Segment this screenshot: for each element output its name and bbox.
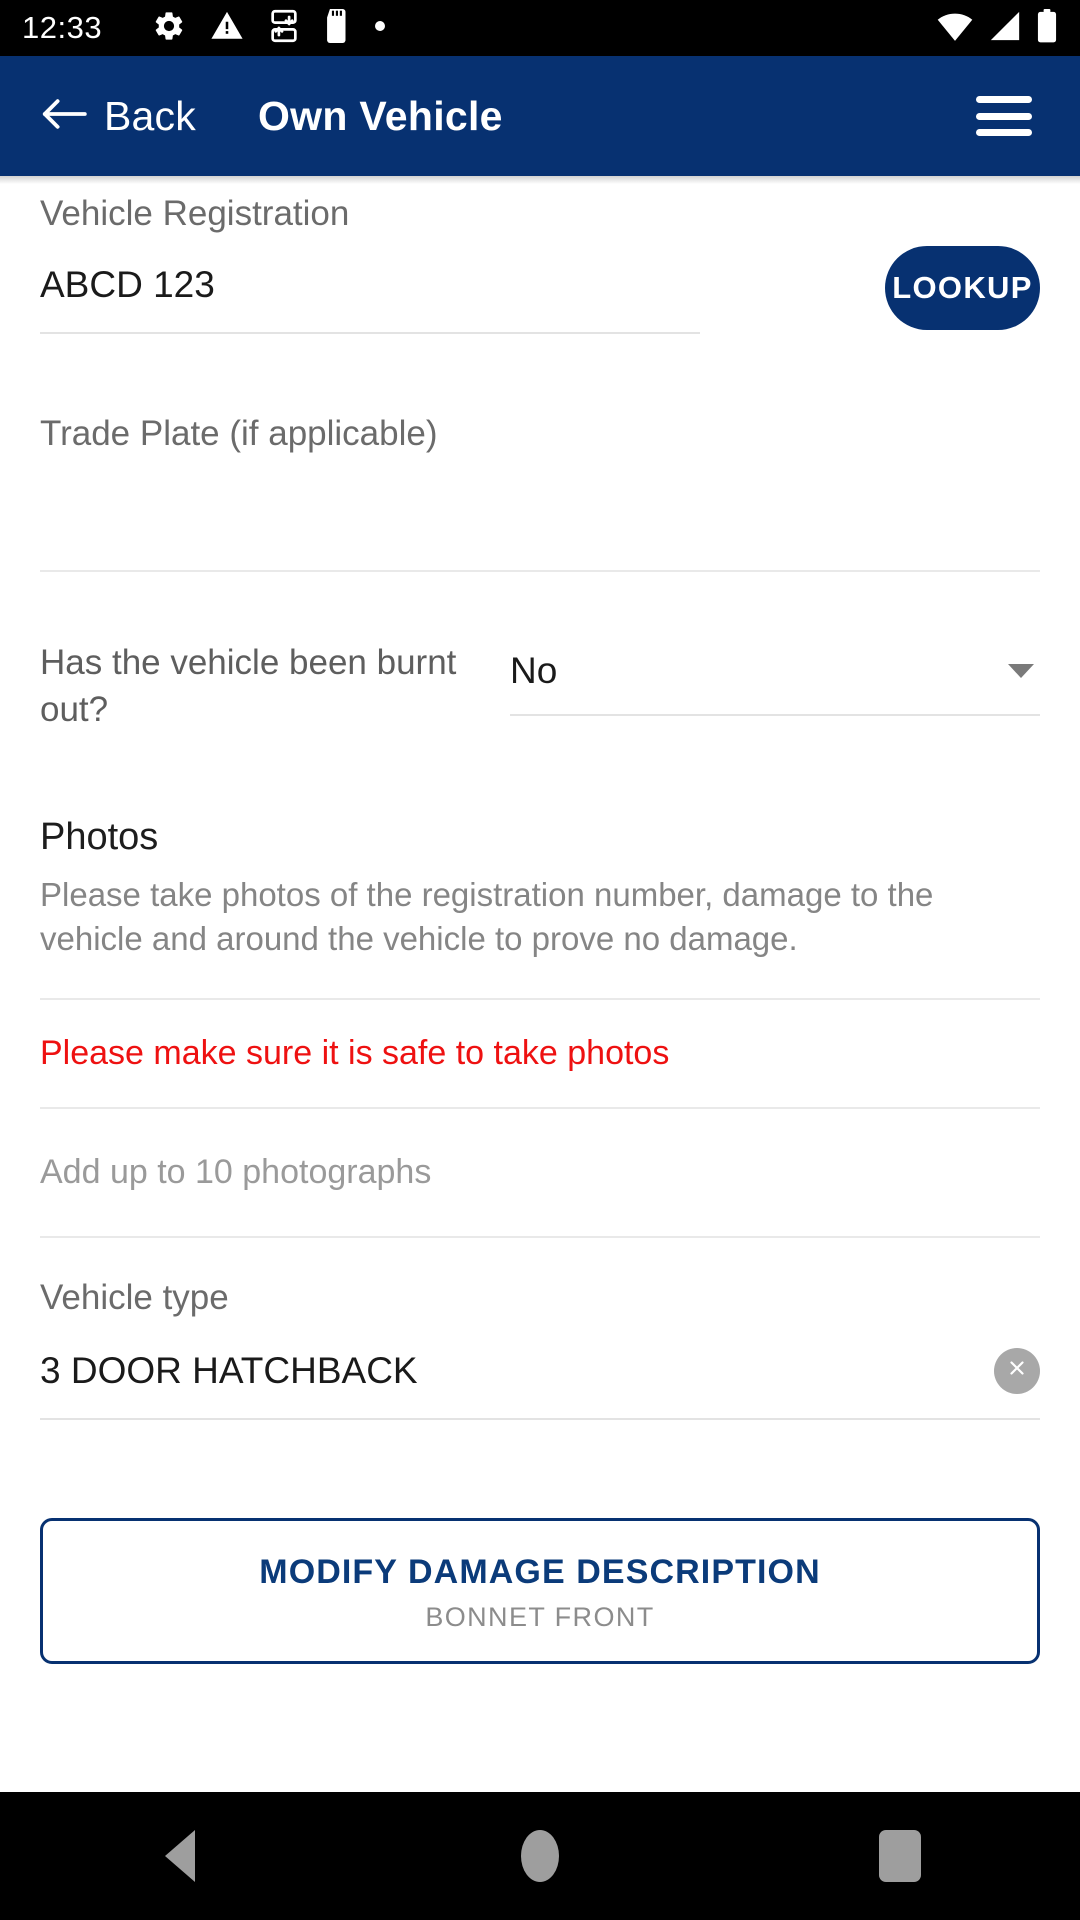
dot-indicator-icon [374, 19, 386, 37]
vehicle-registration-left: Vehicle Registration [40, 194, 885, 334]
nav-home-button[interactable] [450, 1792, 630, 1920]
sync-transfer-icon [268, 9, 300, 48]
android-nav-bar [0, 1792, 1080, 1920]
add-photographs-row[interactable]: Add up to 10 photographs [0, 1109, 1080, 1236]
modify-damage-secondary-label: BONNET FRONT [425, 1601, 655, 1632]
page-title: Own Vehicle [257, 92, 503, 139]
battery-full-icon [1036, 8, 1058, 48]
nav-recents-square-icon [879, 1830, 921, 1882]
modify-damage-wrap: MODIFY DAMAGE DESCRIPTION BONNET FRONT [0, 1517, 1080, 1664]
back-button-label: Back [104, 92, 196, 139]
vehicle-registration-input-wrap [40, 264, 700, 334]
photos-section: Photos Please take photos of the registr… [0, 816, 1080, 962]
wifi-icon [936, 9, 974, 48]
settings-gear-icon [152, 9, 186, 48]
photo-safety-warning-row: Please make sure it is safe to take phot… [0, 1000, 1080, 1107]
status-bar-clock: 12:33 [22, 10, 103, 45]
nav-home-circle-icon [521, 1830, 559, 1882]
status-bar-right-group [936, 8, 1058, 48]
clear-x-icon[interactable] [994, 1347, 1040, 1394]
photos-section-description: Please take photos of the registration n… [40, 875, 934, 958]
cellular-signal-icon [987, 9, 1023, 48]
status-bar-left-group: 12:33 [22, 8, 936, 48]
vehicle-type-field: Vehicle type 3 DOOR HATCHBACK [0, 1278, 1080, 1420]
burnt-out-field: Has the vehicle been burnt out? No [0, 640, 1080, 734]
app-header: Back Own Vehicle [0, 56, 1080, 176]
burnt-out-dropdown-inner[interactable]: No [510, 650, 1040, 716]
nav-back-button[interactable] [90, 1792, 270, 1920]
status-bar: 12:33 [0, 0, 1080, 56]
divider-below-add-photos [40, 1235, 1040, 1238]
nav-recents-button[interactable] [810, 1792, 990, 1920]
trade-plate-field: Trade Plate (if applicable) [0, 414, 1080, 572]
photo-safety-warning-text: Please make sure it is safe to take phot… [40, 1033, 670, 1072]
vehicle-type-value-row[interactable]: 3 DOOR HATCHBACK [40, 1347, 1040, 1420]
nav-back-triangle-icon [165, 1830, 195, 1882]
form-content: Vehicle Registration LOOKUP Trade Plate … [0, 176, 1080, 1792]
warning-triangle-icon [210, 9, 244, 48]
vehicle-registration-input[interactable] [40, 264, 700, 306]
clear-x-glyph [1005, 1356, 1029, 1385]
hamburger-bar-1 [976, 96, 1032, 103]
vehicle-type-label: Vehicle type [40, 1277, 229, 1317]
hamburger-menu-icon[interactable] [976, 96, 1032, 136]
header-shadow [0, 176, 1080, 184]
vehicle-registration-field: Vehicle Registration LOOKUP [0, 194, 1080, 334]
arrow-left-icon [40, 94, 88, 139]
vehicle-type-value: 3 DOOR HATCHBACK [40, 1349, 418, 1391]
modify-damage-primary-label: MODIFY DAMAGE DESCRIPTION [259, 1552, 821, 1591]
hamburger-bar-3 [976, 129, 1032, 136]
hamburger-bar-2 [976, 112, 1032, 120]
chevron-down-icon [1008, 664, 1034, 678]
trade-plate-label: Trade Plate (if applicable) [40, 414, 438, 453]
sd-card-icon [324, 8, 350, 48]
trade-plate-input[interactable] [40, 528, 1040, 570]
burnt-out-question-label: Has the vehicle been burnt out? [40, 643, 457, 729]
burnt-out-selected-value: No [510, 650, 558, 691]
vehicle-registration-label: Vehicle Registration [40, 194, 350, 233]
add-photographs-hint: Add up to 10 photographs [40, 1152, 432, 1191]
burnt-out-dropdown[interactable]: No [510, 640, 1040, 716]
lookup-button[interactable]: LOOKUP [885, 246, 1040, 330]
trade-plate-input-wrap [40, 528, 1040, 572]
photos-section-title: Photos [40, 815, 159, 858]
app-screen: 12:33 Back Own Vehicle Vehicle Registrat… [0, 0, 1080, 1920]
modify-damage-description-button[interactable]: MODIFY DAMAGE DESCRIPTION BONNET FRONT [40, 1517, 1040, 1664]
back-button[interactable]: Back [40, 93, 196, 140]
